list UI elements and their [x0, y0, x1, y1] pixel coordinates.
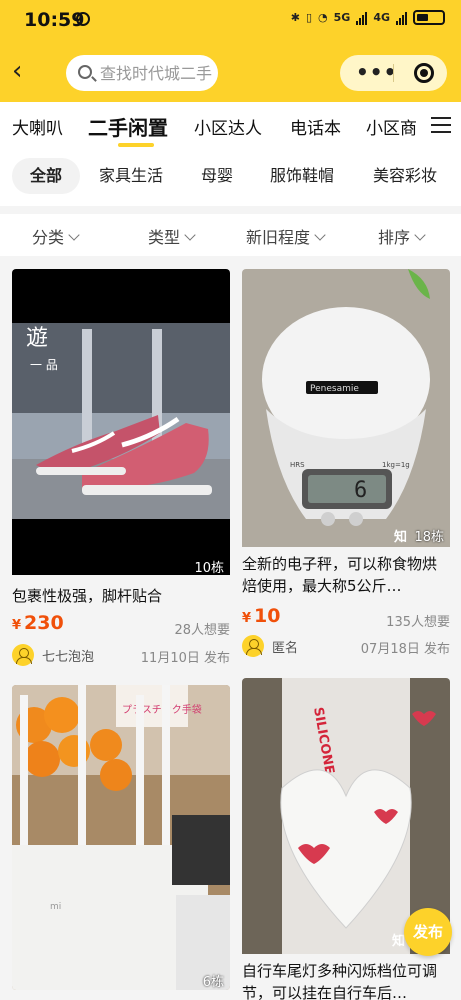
chevron-down-icon: [414, 229, 426, 241]
chevron-down-icon: [184, 229, 196, 241]
listing-title: 全新的电子秤，可以称食物烘焙使用，最大称5公斤…: [242, 555, 438, 595]
capsule-divider: [393, 64, 394, 82]
status-icons: ✱ ▯ ◔ 5G 4G: [291, 10, 445, 25]
listing-title: 包裹性极强，脚杆贴合: [12, 587, 163, 605]
publish-button[interactable]: 发布: [404, 908, 452, 956]
chip-beauty[interactable]: 美容彩妆: [373, 158, 437, 194]
scale-label-right: 1kg=1g: [382, 461, 410, 469]
filter-sort-label: 排序: [378, 228, 411, 247]
battery-icon: [413, 10, 445, 25]
currency-symbol: ¥: [242, 611, 252, 626]
listing-price: ¥230: [12, 612, 64, 634]
seller-name: 匿名: [272, 640, 299, 656]
listing-card[interactable]: 遊 一 品 10栋 包裹性极强，脚杆贴合 ¥230 28人想要 七七泡泡 11月…: [12, 269, 230, 669]
chip-baby[interactable]: 母婴: [201, 158, 233, 194]
tab-community-experts[interactable]: 小区达人: [194, 114, 262, 139]
avatar: [12, 644, 34, 666]
listing-image-scale: 6 HRS 1kg=1g Penesamie: [242, 269, 450, 547]
bag-label-text: プラスチック手袋: [122, 703, 202, 716]
category-tabs: 大喇叭 二手闲置 小区达人 电话本 小区商: [0, 102, 461, 148]
network-4g-label: 4G: [373, 11, 390, 24]
chevron-down-icon: [314, 229, 326, 241]
signal-icon-2: [396, 11, 407, 25]
status-bar: 10:59 ✱ ▯ ◔ 5G 4G: [0, 0, 461, 42]
listing-price: ¥10: [242, 605, 281, 627]
wifi-icon: ◔: [318, 11, 328, 24]
active-tab-indicator: [118, 143, 154, 147]
listing-image-router: プラスチック手袋 mi: [12, 685, 230, 990]
tab-secondhand[interactable]: 二手闲置: [88, 112, 168, 141]
miniapp-capsule: •••: [340, 55, 447, 91]
router-logo-text: mi: [50, 902, 61, 912]
filter-type[interactable]: 类型: [148, 224, 196, 248]
alarm-icon: [76, 12, 90, 26]
chip-apparel[interactable]: 服饰鞋帽: [270, 158, 334, 194]
building-label: 10栋: [194, 561, 224, 576]
network-5g-label: 5G: [333, 11, 351, 24]
filter-bar: 分类 类型 新旧程度 排序: [0, 214, 461, 256]
battery-label: Penesamie: [310, 384, 359, 394]
filter-type-label: 类型: [148, 228, 181, 247]
seller-info[interactable]: 七七泡泡: [12, 644, 94, 666]
chip-furniture-life[interactable]: 家具生活: [99, 158, 163, 194]
more-menu-button[interactable]: •••: [356, 62, 397, 82]
bluetooth-icon: ✱: [290, 11, 300, 24]
filter-category-label: 分类: [32, 228, 65, 247]
price-value: 230: [24, 612, 64, 634]
app-header: 10:59 ✱ ▯ ◔ 5G 4G ‹ •••: [0, 0, 461, 102]
tab-community-shops[interactable]: 小区商: [366, 114, 417, 139]
want-count: 28人想要: [174, 623, 230, 638]
building-label: 18栋: [414, 530, 444, 545]
search-bar[interactable]: [66, 55, 218, 91]
want-count: 135人想要: [386, 615, 450, 630]
tab-broadcast[interactable]: 大喇叭: [12, 114, 63, 139]
building-label: 6栋: [202, 975, 224, 990]
chip-all[interactable]: 全部: [12, 158, 81, 194]
filter-condition-label: 新旧程度: [246, 228, 311, 247]
scale-label-left: HRS: [290, 461, 305, 469]
search-input[interactable]: [100, 62, 214, 84]
watermark-text: 知: [394, 530, 408, 545]
image-overlay-caption: 一 品: [30, 358, 58, 372]
price-value: 10: [254, 605, 281, 627]
vibrate-icon: ▯: [305, 11, 313, 24]
publish-date: 11月10日 发布: [140, 651, 230, 666]
tabs-menu-icon[interactable]: [421, 102, 461, 148]
listing-card[interactable]: プラスチック手袋 mi 6栋: [12, 685, 230, 990]
currency-symbol: ¥: [12, 618, 22, 633]
listing-card[interactable]: 6 HRS 1kg=1g Penesamie 知 18栋 全新的电子秤，可以称食…: [242, 269, 450, 669]
back-arrow-icon[interactable]: ‹: [12, 58, 38, 84]
listing-title: 自行车尾灯多种闪烁档位可调节，可以挂在自行车后…: [242, 962, 438, 1000]
listing-image-sneakers: 遊 一 品: [12, 269, 230, 575]
image-overlay-text: 遊: [26, 326, 48, 351]
chevron-down-icon: [68, 229, 80, 241]
tab-phonebook[interactable]: 电话本: [290, 114, 341, 139]
close-miniapp-icon[interactable]: [414, 63, 434, 83]
subcategory-chips: 全部 家具生活 母婴 服饰鞋帽 美容彩妆: [0, 148, 461, 206]
seller-info[interactable]: 匿名: [242, 635, 298, 657]
search-icon: [78, 65, 92, 79]
filter-sort[interactable]: 排序: [378, 224, 426, 248]
seller-name: 七七泡泡: [42, 649, 95, 665]
avatar: [242, 635, 264, 657]
signal-icon: [356, 11, 368, 25]
filter-category[interactable]: 分类: [32, 224, 80, 248]
publish-date: 07月18日 发布: [360, 642, 450, 657]
filter-condition[interactable]: 新旧程度: [246, 224, 326, 248]
scale-display-value: 6: [354, 478, 367, 503]
